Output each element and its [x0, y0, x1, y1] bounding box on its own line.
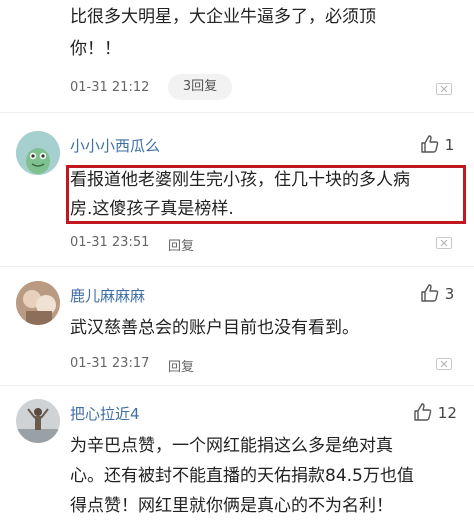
comment-text-line: 得点赞！网红里就你俩是真心的不为名利！: [70, 496, 393, 516]
username[interactable]: 把心拉近4: [70, 403, 140, 424]
divider: [0, 112, 474, 113]
divider: [0, 385, 474, 386]
close-icon[interactable]: [436, 83, 452, 95]
avatar[interactable]: [16, 281, 60, 325]
comment-text-line: 为辛巴点赞，一个网红能捐这么多是绝对真: [70, 436, 393, 456]
like-button[interactable]: 12: [413, 402, 457, 422]
like-count: 1: [444, 136, 455, 154]
close-icon[interactable]: [436, 358, 452, 370]
like-count: 3: [444, 285, 455, 303]
comment-text-line: 你！！: [70, 39, 121, 59]
comment-time: 01-31 21:12: [70, 80, 150, 95]
reply-button[interactable]: 回复: [168, 356, 194, 375]
comment-time: 01-31 23:51: [70, 235, 150, 250]
username[interactable]: 小小小西瓜么: [70, 135, 160, 156]
reply-count-button[interactable]: 3回复: [168, 74, 232, 100]
comment-text-line: 心。还有被封不能直播的天佑捐款84.5万也值: [70, 466, 414, 486]
close-icon[interactable]: [436, 237, 452, 249]
username[interactable]: 鹿儿麻麻麻: [70, 285, 145, 306]
comment-text-line: 武汉慈善总会的账户目前也没有看到。: [70, 318, 359, 338]
thumbs-up-icon: [421, 135, 439, 153]
comment-text-line: 房.这傻孩子真是榜样.: [70, 199, 234, 219]
like-button[interactable]: 3: [420, 283, 454, 303]
like-count: 12: [437, 404, 457, 422]
divider: [0, 266, 474, 267]
comment-text-line: 看报道他老婆刚生完小孩，住几十块的多人病: [70, 170, 410, 190]
thumbs-up-icon: [421, 284, 439, 302]
avatar[interactable]: [16, 131, 60, 175]
comment-text-line: 比很多大明星，大企业牛逼多了，必须顶: [70, 7, 376, 27]
reply-button[interactable]: 回复: [168, 235, 194, 254]
thumbs-up-icon: [414, 403, 432, 421]
avatar[interactable]: [16, 399, 60, 443]
comment-time: 01-31 23:17: [70, 356, 150, 371]
like-button[interactable]: 1: [420, 134, 454, 154]
